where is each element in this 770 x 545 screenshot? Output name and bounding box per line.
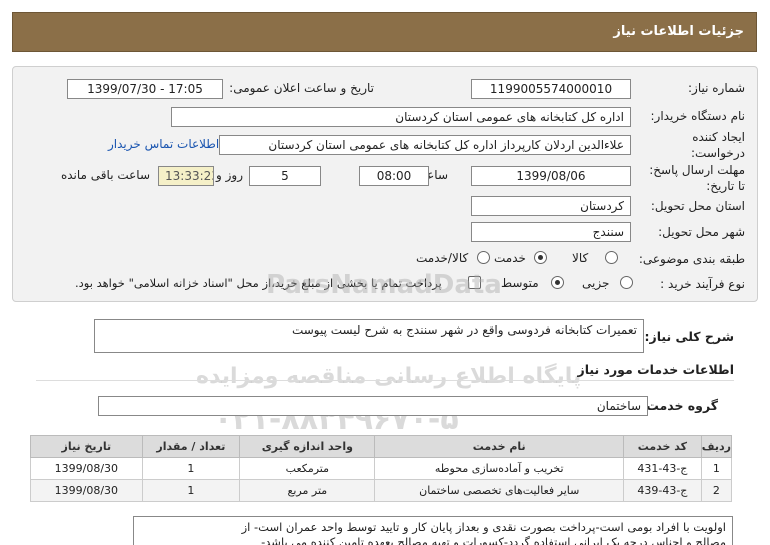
- creator-label-line2: درخواست:: [691, 146, 745, 160]
- section-divider: [36, 380, 734, 381]
- summary-label: شرح کلی نیاز:: [644, 329, 734, 344]
- cell-service-name: سایر فعالیت‌های تخصصی ساختمان: [374, 479, 624, 502]
- cell-unit: مترمکعب: [239, 457, 376, 480]
- col-header-quantity: تعداد / مقدار: [141, 435, 241, 458]
- remaining-time-field: 13:33:23: [158, 166, 214, 186]
- category-goods-service-radio[interactable]: [477, 251, 490, 264]
- cell-quantity: 1: [141, 479, 241, 502]
- cell-service-code: ج-43-431: [622, 457, 702, 480]
- process-label: نوع فرآیند خرید :: [660, 277, 745, 291]
- buyer-notes-line2: مصالح و اجناس درجه یک ایرانی استفاده گرد…: [261, 535, 726, 545]
- cell-need-date: 1399/08/30: [30, 479, 143, 502]
- cell-service-code: ج-43-439: [622, 479, 702, 502]
- announce-date-label: تاریخ و ساعت اعلان عمومی:: [229, 81, 374, 95]
- col-header-service-name: نام خدمت: [374, 435, 624, 458]
- creator-field: علاءالدین اردلان کارپرداز اداره کل کتابخ…: [219, 135, 631, 155]
- days-label: روز و: [216, 168, 243, 182]
- cell-need-date: 1399/08/30: [30, 457, 143, 480]
- buyer-contact-link[interactable]: اطلاعات تماس خریدار: [108, 137, 219, 151]
- page-title: جزئیات اطلاعات نیاز: [613, 24, 744, 39]
- buyer-label: نام دستگاه خریدار:: [650, 109, 746, 123]
- cell-unit: متر مربع: [239, 479, 376, 502]
- col-header-service-code: کد خدمت: [622, 435, 702, 458]
- col-header-row-number: ردیف: [700, 435, 733, 458]
- treasury-payment-note: پرداخت تمام یا بخشی از مبلغ خرید،از محل …: [75, 276, 442, 290]
- category-label: طبقه بندی موضوعی:: [638, 252, 745, 266]
- creator-label-line1: ایجاد کننده: [692, 130, 745, 144]
- table-row: 1 ج-43-431 تخریب و آماده‌سازی محوطه مترم…: [30, 457, 733, 480]
- buyer-field: اداره کل کتابخانه های عمومی استان کردستا…: [171, 107, 631, 127]
- process-medium-radio[interactable]: [551, 276, 564, 289]
- province-label: استان محل تحویل:: [650, 199, 745, 213]
- table-row: 2 ج-43-439 سایر فعالیت‌های تخصصی ساختمان…: [30, 479, 733, 502]
- deadline-label-line2: تا تاریخ:: [706, 179, 745, 193]
- category-goods-service-label: کالا/خدمت: [416, 251, 469, 265]
- buyer-notes-field: اولویت با افراد بومی است-پرداخت بصورت نق…: [133, 516, 733, 545]
- need-details-panel: شماره نیاز: 1199005574000010 تاریخ و ساع…: [12, 66, 758, 302]
- services-section-title: اطلاعات خدمات مورد نیاز: [577, 362, 735, 377]
- province-field: کردستان: [471, 196, 631, 216]
- process-minor-label: جزیی: [582, 276, 610, 290]
- service-group-label: گروه خدمت:: [641, 398, 718, 413]
- deadline-label-line1: مهلت ارسال پاسخ:: [649, 163, 745, 177]
- city-label: شهر محل تحویل:: [658, 225, 745, 239]
- page-header: جزئیات اطلاعات نیاز: [12, 12, 757, 52]
- category-service-radio[interactable]: [534, 251, 547, 264]
- watermark-tagline: پایگاه اطلاع رسانی مناقصه ومزایده: [196, 364, 582, 389]
- announce-date-field: 1399/07/30 - 17:05: [67, 79, 223, 99]
- process-minor-radio[interactable]: [620, 276, 633, 289]
- remaining-days-field: 5: [249, 166, 321, 186]
- col-header-unit: واحد اندازه گیری: [239, 435, 376, 458]
- cell-quantity: 1: [141, 457, 241, 480]
- category-service-label: خدمت: [494, 251, 526, 265]
- summary-field: تعمیرات کتابخانه فردوسی واقع در شهر سنند…: [94, 319, 644, 353]
- process-medium-label: متوسط: [501, 276, 539, 290]
- category-goods-radio[interactable]: [605, 251, 618, 264]
- category-goods-label: کالا: [572, 251, 589, 265]
- buyer-notes-line1: اولویت با افراد بومی است-پرداخت بصورت نق…: [241, 520, 726, 534]
- deadline-time-field: 08:00: [359, 166, 429, 186]
- cell-row-number: 1: [700, 457, 733, 480]
- remaining-label: ساعت باقی مانده: [60, 168, 150, 182]
- need-number-label: شماره نیاز:: [688, 81, 745, 95]
- city-field: سنندج: [471, 222, 631, 242]
- cell-row-number: 2: [700, 479, 733, 502]
- services-table: ردیف کد خدمت نام خدمت واحد اندازه گیری ت…: [30, 435, 733, 502]
- table-header-row: ردیف کد خدمت نام خدمت واحد اندازه گیری ت…: [30, 435, 733, 458]
- treasury-payment-checkbox[interactable]: [468, 276, 481, 289]
- col-header-need-date: تاریخ نیاز: [30, 435, 143, 458]
- need-number-field: 1199005574000010: [471, 79, 631, 99]
- service-group-field: ساختمان: [98, 396, 648, 416]
- cell-service-name: تخریب و آماده‌سازی محوطه: [374, 457, 624, 480]
- deadline-date-field: 1399/08/06: [471, 166, 631, 186]
